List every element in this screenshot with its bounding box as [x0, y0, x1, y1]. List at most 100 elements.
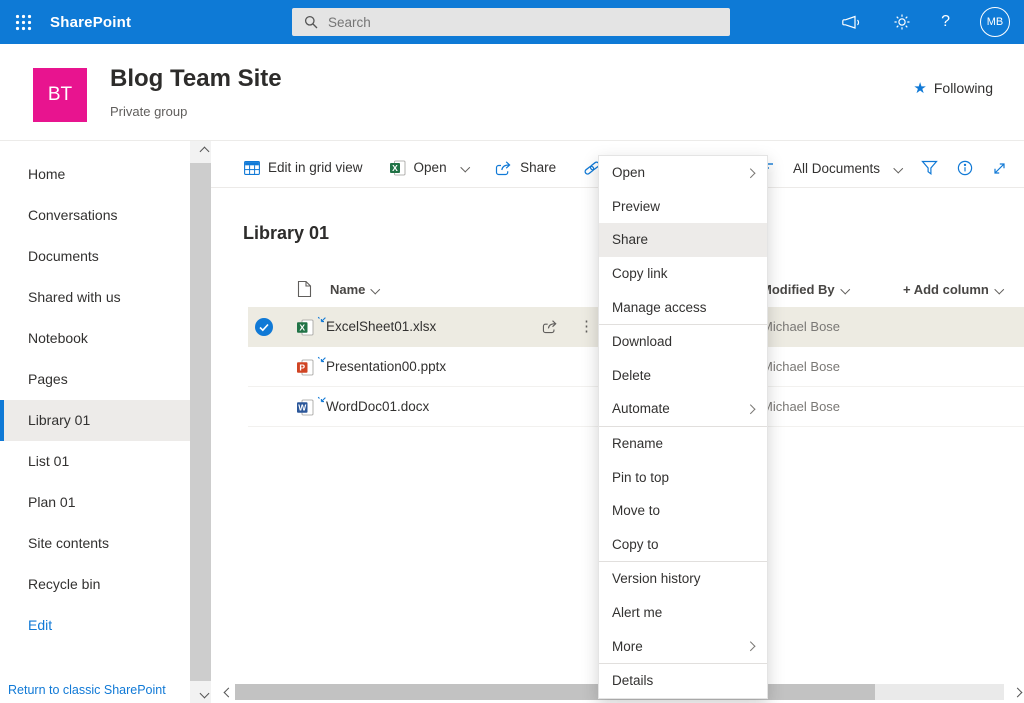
chevron-down-icon [840, 284, 850, 294]
excel-app-icon: X [389, 160, 405, 175]
menu-item-preview[interactable]: Preview [599, 190, 767, 224]
library-title: Library 01 [243, 223, 330, 243]
sharepoint-brand[interactable]: SharePoint [50, 14, 131, 31]
menu-item-alert-me[interactable]: Alert me [599, 596, 767, 630]
star-icon: ★ [913, 79, 927, 97]
sidebar-scrollbar-thumb[interactable] [190, 163, 211, 681]
search-input[interactable] [292, 8, 730, 36]
site-privacy-label: Private group [110, 104, 188, 119]
menu-item-more[interactable]: More [599, 629, 767, 663]
user-avatar[interactable]: MB [980, 7, 1010, 37]
sidebar-scrollbar[interactable] [190, 141, 211, 703]
menu-item-pin-to-top[interactable]: Pin to top [599, 460, 767, 494]
more-actions-icon[interactable]: ⋮ [579, 307, 594, 347]
sidebar-item-conversations[interactable]: Conversations [0, 195, 190, 236]
horizontal-scrollbar-thumb[interactable] [235, 684, 875, 700]
share-icon [495, 160, 511, 175]
filter-icon[interactable] [920, 160, 938, 176]
modified-by-cell: Michael Bose [762, 319, 841, 334]
menu-item-label: Move to [612, 503, 661, 519]
sidebar-item-pages[interactable]: Pages [0, 359, 190, 400]
edit-grid-view-label: Edit in grid view [268, 160, 363, 175]
svg-text:W: W [298, 402, 307, 412]
file-name[interactable]: WordDoc01.docx [326, 387, 429, 427]
svg-text:X: X [299, 322, 305, 332]
site-logo[interactable]: BT [33, 68, 87, 122]
menu-item-manage-access[interactable]: Manage access [599, 290, 767, 324]
menu-item-delete[interactable]: Delete [599, 359, 767, 393]
scroll-up-icon[interactable] [190, 141, 211, 161]
menu-item-label: Download [612, 334, 673, 350]
menu-item-copy-link[interactable]: Copy link [599, 257, 767, 291]
sidebar-item-list-01[interactable]: List 01 [0, 441, 190, 482]
following-button[interactable]: ★ Following [913, 80, 993, 96]
chevron-down-icon [994, 284, 1004, 294]
sidebar-item-notebook[interactable]: Notebook [0, 318, 190, 359]
document-type-column-icon[interactable] [297, 271, 312, 307]
site-title[interactable]: Blog Team Site [110, 65, 282, 93]
search-box[interactable] [292, 8, 730, 36]
menu-item-label: Version history [612, 571, 701, 587]
open-label: Open [413, 160, 447, 175]
column-header-modified-by[interactable]: Modified By [761, 271, 850, 307]
scroll-right-icon[interactable] [1006, 684, 1023, 700]
sidebar-nav: Home Conversations Documents Shared with us… [0, 154, 190, 646]
sidebar-item-library-01[interactable]: Library 01 [0, 400, 190, 441]
file-name[interactable]: Presentation00.pptx [326, 347, 446, 387]
submenu-chevron-icon [745, 404, 755, 414]
menu-item-label: Alert me [612, 605, 663, 621]
help-icon[interactable]: ? [941, 13, 950, 31]
menu-item-open[interactable]: Open [599, 156, 767, 190]
sidebar-item-recycle-bin[interactable]: Recycle bin [0, 564, 190, 605]
sidebar-item-home[interactable]: Home [0, 154, 190, 195]
menu-item-details[interactable]: Details [599, 664, 767, 698]
column-header-name[interactable]: Name [330, 271, 381, 307]
svg-text:X: X [392, 162, 398, 172]
info-icon[interactable] [957, 160, 973, 176]
fullscreen-expand-icon[interactable] [992, 161, 1007, 176]
megaphone-icon[interactable] [841, 14, 863, 31]
menu-item-automate[interactable]: Automate [599, 392, 767, 426]
menu-item-download[interactable]: Download [599, 325, 767, 359]
scroll-left-icon[interactable] [217, 684, 234, 700]
file-name[interactable]: ExcelSheet01.xlsx [326, 307, 436, 347]
sidebar-item-shared-with-us[interactable]: Shared with us [0, 277, 190, 318]
sidebar-item-plan-01[interactable]: Plan 01 [0, 482, 190, 523]
menu-item-copy-to[interactable]: Copy to [599, 528, 767, 562]
search-icon [304, 15, 318, 29]
suite-bar: SharePoint ? MB [0, 0, 1024, 44]
share-icon[interactable] [542, 319, 558, 339]
menu-item-label: Pin to top [612, 469, 670, 485]
view-selector-button[interactable]: All Documents [793, 161, 903, 176]
grid-icon [244, 160, 260, 175]
menu-item-share[interactable]: Share [599, 223, 767, 257]
menu-item-label: Manage access [612, 299, 707, 315]
menu-item-version-history[interactable]: Version history [599, 562, 767, 596]
document-icon [297, 280, 312, 298]
app-launcher-waffle-icon[interactable] [0, 0, 46, 44]
menu-item-label: More [612, 638, 643, 654]
submenu-chevron-icon [745, 168, 755, 178]
chevron-down-icon [460, 162, 470, 173]
open-button[interactable]: X Open [389, 160, 470, 176]
modified-by-column-label: Modified By [761, 281, 835, 297]
modified-by-cell: Michael Bose [762, 399, 841, 414]
edit-grid-view-button[interactable]: Edit in grid view [244, 160, 363, 175]
scroll-down-icon[interactable] [190, 683, 211, 703]
settings-gear-icon[interactable] [893, 13, 911, 31]
add-column-button[interactable]: + Add column [903, 271, 1004, 307]
return-classic-link[interactable]: Return to classic SharePoint [8, 683, 166, 697]
menu-item-label: Copy link [612, 266, 668, 282]
menu-item-rename[interactable]: Rename [599, 427, 767, 461]
modified-by-cell: Michael Bose [762, 359, 841, 374]
menu-item-label: Share [612, 232, 649, 248]
selected-check-icon[interactable] [255, 318, 273, 336]
menu-item-move-to[interactable]: Move to [599, 494, 767, 528]
sidebar-item-site-contents[interactable]: Site contents [0, 523, 190, 564]
sidebar-item-documents[interactable]: Documents [0, 236, 190, 277]
sidebar: Home Conversations Documents Shared with us… [0, 141, 190, 703]
sidebar-item-edit[interactable]: Edit [0, 605, 190, 646]
svg-text:P: P [299, 362, 305, 372]
share-button[interactable]: Share [495, 160, 556, 176]
name-column-label: Name [330, 281, 366, 297]
